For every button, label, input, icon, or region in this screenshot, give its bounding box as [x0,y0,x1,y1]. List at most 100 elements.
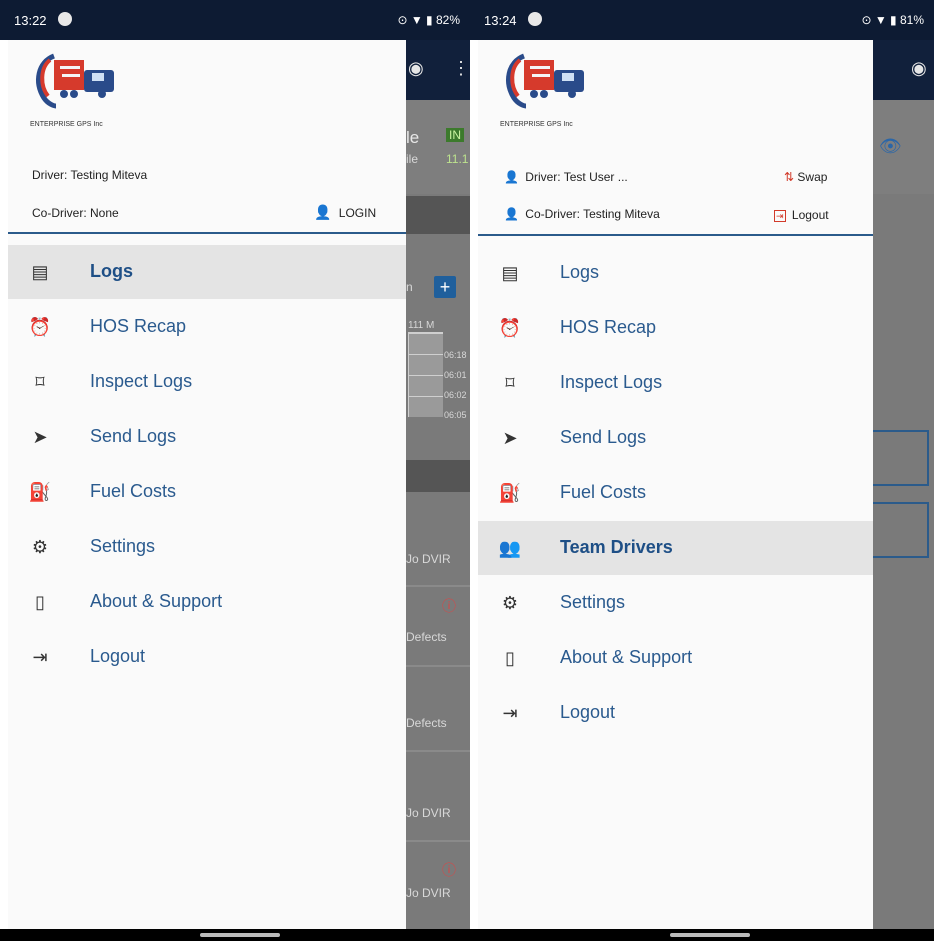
menu-item-label: Logout [90,646,146,666]
home-gesture-pill[interactable] [670,933,750,937]
menu-item-label: Send Logs [90,426,177,446]
system-nav-bar [470,929,934,941]
logout-icon: ⇥ [32,647,48,667]
co-driver-person-icon: 👤 [504,207,519,221]
logs-icon: ▤ [31,262,49,282]
status-time: 13:22 [14,13,47,28]
driver-label: Driver: Test User ... [525,170,628,184]
navigation-drawer: ENTERPRISE GPS Inc Driver: Testing Mitev… [8,40,406,929]
menu-item-inspect-logs[interactable]: ⌑ Inspect Logs [8,355,406,409]
swap-icon: ⇅ [784,170,795,184]
divider [406,665,470,667]
partial-text: n [406,280,413,294]
app-background: ◉ 👁 [869,40,934,929]
driver-person-icon: 👤 [504,170,519,184]
menu-item-label: Send Logs [560,427,647,447]
dvir-row-3[interactable]: Defects [406,716,447,730]
divider [406,585,470,587]
time-3: 06:02 [444,390,467,400]
hours-badge: 11.1 [446,152,469,166]
menu-item-hos-recap[interactable]: ⏰ HOS Recap [478,301,873,355]
status-card: le ile IN 11.1 [406,100,470,194]
status-card: 👁 [873,100,934,194]
menu-item-about-support[interactable]: ▯ About & Support [478,631,873,685]
dvir-row-4[interactable]: Jo DVIR [406,806,451,820]
app-background: ◉ ⋮ le ile IN 11.1 + n 111 M 06:18 06:01… [406,40,470,929]
input-box[interactable] [869,430,929,486]
section-header-2 [406,460,470,492]
time-4: 06:05 [444,410,467,420]
input-box[interactable] [869,502,929,558]
menu-item-settings[interactable]: ⚙ Settings [478,576,873,630]
navigation-drawer: ENTERPRISE GPS Inc 👤 Driver: Test User .… [478,40,873,929]
logout-box-icon: ⇥ [774,210,786,222]
app-bar: ◉ ⋮ [406,40,470,100]
menu-item-hos-recap[interactable]: ⏰ HOS Recap [8,300,406,354]
menu-item-label: Settings [560,592,626,612]
divider [406,840,470,842]
menu-item-settings[interactable]: ⚙ Settings [8,520,406,574]
menu-item-logs[interactable]: ▤ Logs [478,246,873,300]
menu-item-label: HOS Recap [90,316,187,336]
status-time: 13:24 [484,13,517,28]
status-indicators: ⊙ ▼ ▮ 81% [861,13,924,27]
login-label: LOGIN [338,206,377,220]
system-nav-bar [0,929,470,941]
right-phone-screen: 13:24 ⊙ ▼ ▮ 81% ◉ 👁 ENTERPRISE GPS Inc 👤… [470,0,934,941]
menu-item-label: Inspect Logs [560,372,663,392]
menu-item-fuel-costs[interactable]: ⛽ Fuel Costs [8,465,406,519]
inspect-icon: ⌑ [35,372,45,392]
menu-item-logout[interactable]: ⇥ Logout [8,630,406,684]
logs-icon: ▤ [501,263,519,283]
person-icon: 👤 [314,204,332,220]
home-gesture-pill[interactable] [200,933,280,937]
dvir-row-1[interactable]: Jo DVIR [406,552,451,566]
dvir-row-5[interactable]: Jo DVIR [406,886,451,900]
menu-item-inspect-logs[interactable]: ⌑ Inspect Logs [478,356,873,410]
status-badge: IN [446,128,464,142]
location-icon[interactable]: ◉ [408,58,424,79]
logo-text: ENTERPRISE GPS Inc [30,121,103,128]
location-icon[interactable]: ◉ [911,58,927,79]
co-driver-row: 👤 Co-Driver: Testing Miteva [504,207,660,221]
menu-item-fuel-costs[interactable]: ⛽ Fuel Costs [478,466,873,520]
more-icon[interactable]: ⋮ [452,58,470,79]
menu-item-logs[interactable]: ▤ Logs [8,245,406,299]
fuel-icon: ⛽ [28,482,52,502]
menu-item-team-drivers[interactable]: 👥 Team Drivers [478,521,873,575]
menu-item-label: Logs [90,261,133,281]
log-grid [408,332,443,417]
status-bar: 13:22 ⊙ ▼ ▮ 82% [0,0,470,40]
menu-item-label: HOS Recap [560,317,657,337]
status-bar: 13:24 ⊙ ▼ ▮ 81% [470,0,934,40]
header-logout-label: Logout [791,208,829,222]
driver-row: 👤 Driver: Test User ... [504,170,628,184]
warning-icon: ⓘ [442,862,456,878]
add-log-button[interactable]: + [434,276,456,298]
subtitle-fragment: ile [406,152,419,166]
swap-button[interactable]: ⇅ Swap [784,170,827,184]
login-button[interactable]: 👤 LOGIN [314,204,376,221]
menu-item-send-logs[interactable]: ➤ Send Logs [8,410,406,464]
menu-item-label: About & Support [90,591,223,611]
menu-item-label: Inspect Logs [90,371,193,391]
menu-item-label: Team Drivers [560,537,673,557]
divider [406,750,470,752]
menu-item-label: Logs [560,262,600,282]
app-bar: ◉ [873,40,934,100]
phone-icon: ▯ [35,592,45,612]
logout-icon: ⇥ [502,703,518,723]
phone-icon: ▯ [505,648,515,668]
menu-item-label: Fuel Costs [560,482,647,502]
header-divider [8,232,406,234]
dvir-row-2[interactable]: Defects [406,630,447,644]
menu-item-logout[interactable]: ⇥ Logout [478,686,873,740]
menu-item-about-support[interactable]: ▯ About & Support [8,575,406,629]
header-logout-button[interactable]: ⇥ Logout [774,208,829,222]
eye-icon[interactable]: 👁 [879,136,902,157]
team-icon: 👥 [498,538,522,558]
menu-item-send-logs[interactable]: ➤ Send Logs [478,411,873,465]
alarm-clock-icon: ⏰ [28,317,52,337]
title-fragment: le [406,128,420,147]
send-icon: ➤ [502,428,518,448]
